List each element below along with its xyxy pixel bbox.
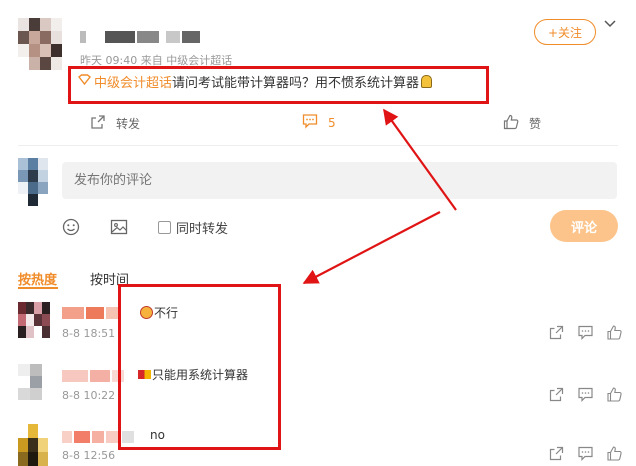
arrow-to-post <box>383 108 457 211</box>
arrow-to-replies <box>302 211 441 284</box>
annotation-arrows <box>302 108 457 284</box>
